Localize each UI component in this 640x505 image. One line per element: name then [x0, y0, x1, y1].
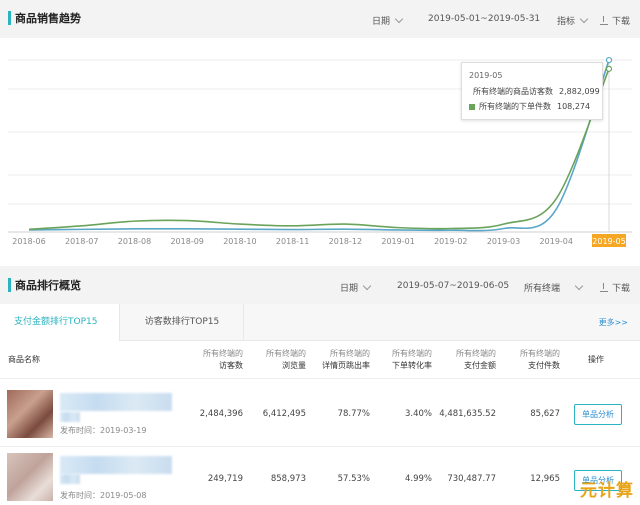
col-header-line: 所有终端的: [203, 349, 243, 358]
cell-pieces: 85,627: [530, 409, 560, 419]
col-header-name: 商品名称: [8, 355, 40, 364]
ranking-download-label: 下载: [612, 284, 631, 294]
product-name-blurred[interactable]: [60, 393, 172, 411]
product-name-blurred: [60, 474, 80, 484]
ranking-date-dropdown[interactable]: 日期: [340, 281, 372, 294]
metric-label: 指标: [557, 17, 576, 27]
cell-visitors: 249,719: [207, 474, 243, 484]
product-name-blurred: [60, 412, 80, 422]
chevron-down-icon: [574, 281, 584, 291]
col-header-line: 支付金额: [464, 361, 496, 370]
col-header-pieces[interactable]: 所有终端的支付件数: [504, 348, 560, 372]
col-header-line: 所有终端的: [266, 349, 306, 358]
trend-date-dropdown[interactable]: 日期: [372, 14, 404, 27]
x-tick-label: 2018-08: [118, 237, 151, 246]
trend-date-label: 日期: [372, 17, 391, 27]
ranking-date-range[interactable]: 2019-05-07~2019-06-05: [397, 281, 509, 291]
data-point-1[interactable]: [605, 65, 613, 72]
x-tick-label: 2018-06: [12, 237, 45, 246]
tooltip-row-value: 2,882,099: [559, 87, 600, 96]
tooltip-row-label: 所有终端的下单件数: [479, 102, 551, 111]
publish-time: 发布时间：2019-03-19: [60, 426, 147, 435]
trend-download-label: 下载: [612, 17, 631, 27]
x-tick-label: 2019-01: [381, 237, 414, 246]
chart-tooltip: 2019-05 所有终端的商品访客数 2,882,099 所有终端的下单件数 1…: [461, 62, 603, 120]
terminal-dropdown[interactable]: 所有终端: [524, 281, 584, 294]
x-tick-label: 2019-03: [487, 237, 520, 246]
sales-trend-header: [0, 0, 640, 38]
ranking-date-label: 日期: [340, 284, 359, 294]
col-header-line: 所有终端的: [330, 349, 370, 358]
publish-time: 发布时间：2019-05-08: [60, 491, 147, 500]
x-tick-label: 2018-10: [223, 237, 256, 246]
tooltip-date: 2019-05: [469, 71, 503, 80]
x-tick-label: 2018-09: [170, 237, 203, 246]
product-name-blurred[interactable]: [60, 456, 172, 474]
chevron-down-icon: [579, 14, 589, 24]
cell-conversion: 4.99%: [404, 474, 432, 484]
watermark: 元计算: [580, 481, 634, 501]
col-header-line: 下单转化率: [392, 361, 432, 370]
col-header-line: 所有终端的: [520, 349, 560, 358]
col-header-line: 所有终端的: [456, 349, 496, 358]
col-header-amount[interactable]: 所有终端的支付金额: [440, 348, 496, 372]
tooltip-row-value: 108,274: [557, 102, 591, 111]
col-header-line: 访客数: [219, 361, 243, 370]
product-thumbnail[interactable]: [7, 453, 53, 501]
cell-pieces: 12,965: [530, 474, 560, 484]
tab-payment-top15[interactable]: 支付金额排行TOP15: [0, 304, 120, 341]
col-header-line: 支付件数: [528, 361, 560, 370]
x-tick-label: 2019-02: [434, 237, 467, 246]
data-point-0[interactable]: [605, 56, 613, 64]
col-header-line: 所有终端的: [392, 349, 432, 358]
tooltip-row-orders: 所有终端的下单件数 108,274: [469, 101, 596, 112]
more-link[interactable]: 更多>>: [599, 317, 628, 328]
x-tick-label: 2018-12: [329, 237, 362, 246]
row-divider: [0, 378, 640, 379]
sales-trend-title: 商品销售趋势: [15, 12, 81, 25]
cell-amount: 730,487.77: [447, 474, 496, 484]
col-header-action: 操作: [588, 355, 604, 364]
download-icon: [600, 283, 608, 292]
title-accent-bar: [8, 11, 11, 25]
tooltip-row-label: 所有终端的商品访客数: [473, 87, 553, 96]
trend-download-button[interactable]: 下载: [600, 14, 630, 27]
cell-bounce: 78.77%: [337, 409, 370, 419]
download-icon: [600, 16, 608, 25]
x-tick-label: 2018-11: [276, 237, 309, 246]
col-header-line: 浏览量: [282, 361, 306, 370]
ranking-download-button[interactable]: 下载: [600, 281, 630, 294]
col-header-pageviews[interactable]: 所有终端的浏览量: [250, 348, 306, 372]
chevron-down-icon: [394, 14, 404, 24]
x-tick-label: 2019-04: [540, 237, 573, 246]
col-header-visitors[interactable]: 所有终端的访客数: [190, 348, 243, 372]
cell-conversion: 3.40%: [404, 409, 432, 419]
row-divider: [0, 446, 640, 447]
cell-bounce: 57.53%: [337, 474, 370, 484]
cell-pageviews: 6,412,495: [262, 409, 306, 419]
ranking-tabs: 支付金额排行TOP15 访客数排行TOP15 更多>>: [0, 304, 640, 341]
trend-date-range[interactable]: 2019-05-01~2019-05-31: [428, 14, 540, 24]
col-header-line: 详情页跳出率: [322, 361, 370, 370]
cell-pageviews: 858,973: [270, 474, 306, 484]
tab-visitors-top15[interactable]: 访客数排行TOP15: [121, 304, 244, 340]
product-analysis-button[interactable]: 单品分析: [574, 404, 622, 425]
metric-dropdown[interactable]: 指标: [557, 14, 589, 27]
cell-amount: 4,481,635.52: [439, 409, 496, 419]
tooltip-row-visitors: 所有终端的商品访客数 2,882,099: [469, 86, 600, 97]
legend-swatch: [469, 103, 475, 110]
product-thumbnail[interactable]: [7, 390, 53, 438]
col-header-bounce[interactable]: 所有终端的详情页跳出率: [300, 348, 370, 372]
terminal-label: 所有终端: [524, 284, 561, 294]
title-accent-bar: [8, 278, 11, 292]
cell-visitors: 2,484,396: [199, 409, 243, 419]
x-tick-label: 2018-07: [65, 237, 98, 246]
col-header-conversion[interactable]: 所有终端的下单转化率: [372, 348, 432, 372]
chevron-down-icon: [362, 281, 372, 291]
ranking-title: 商品排行概览: [15, 279, 81, 292]
x-tick-label: 2019-05: [592, 237, 625, 246]
